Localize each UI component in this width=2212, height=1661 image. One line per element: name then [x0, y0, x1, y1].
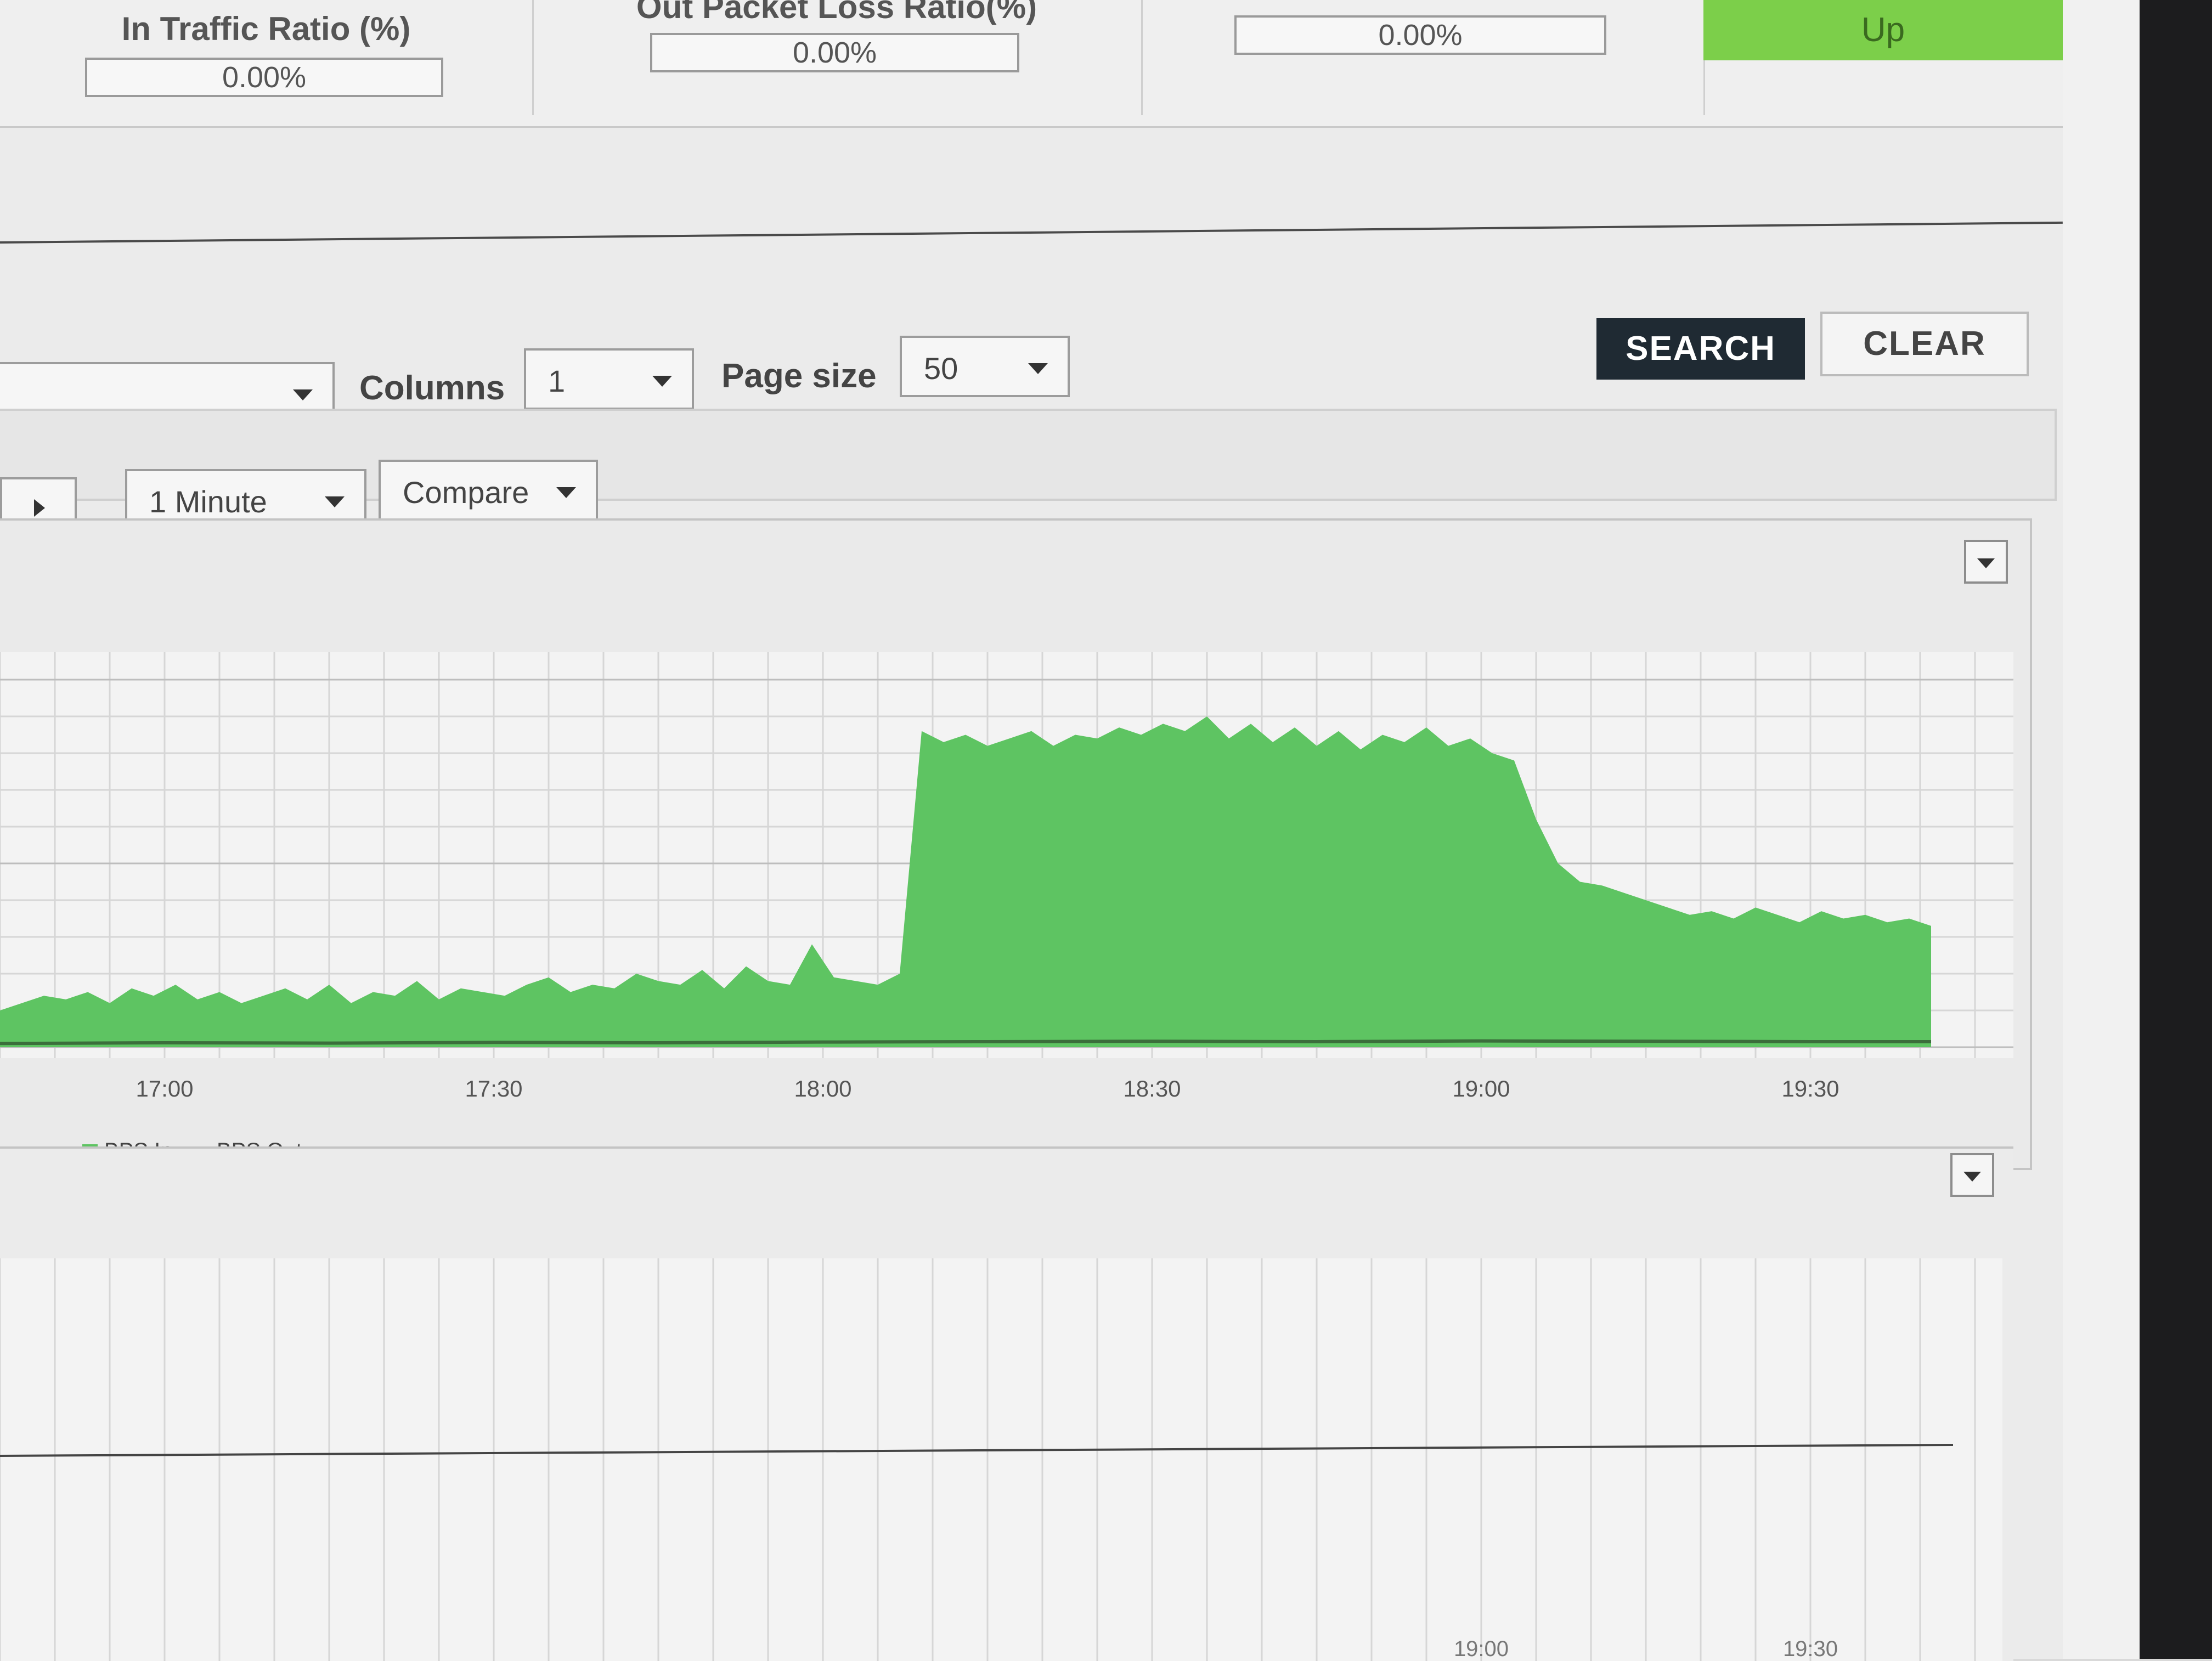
screen-edge [2063, 0, 2140, 1659]
stat-value-third: 0.00% [1234, 15, 1606, 55]
stat-label-out-packet-loss: Out Packet Loss Ratio(%) [636, 0, 1037, 25]
search-button[interactable]: SEARCH [1596, 318, 1805, 380]
status-badge: Up [1703, 0, 2063, 60]
interval-select-value: 1 Minute [149, 484, 267, 519]
second-chart-panel: 19:00 19:30 [0, 1146, 2013, 1661]
second-chart: 19:00 19:30 [0, 1258, 2002, 1661]
stat-out-packet-loss: Out Packet Loss Ratio(%) 0.00% [532, 0, 1143, 115]
x-tick-label: 19:30 [1781, 1076, 1839, 1101]
x-tick-label: 18:30 [1123, 1076, 1181, 1101]
plot-area-2 [0, 1258, 2002, 1661]
x-tick-label: 17:30 [465, 1076, 522, 1101]
clear-button[interactable]: CLEAR [1820, 312, 2029, 376]
stat-value-in-traffic: 0.00% [85, 58, 443, 97]
x-tick-label: 19:00 [1454, 1637, 1509, 1661]
chevron-down-icon [293, 389, 313, 400]
monitor-bezel [2140, 0, 2212, 1659]
x-tick-label: 17:00 [136, 1076, 193, 1101]
divider-line [0, 221, 2063, 244]
x-axis-ticks: 17:00 17:30 18:00 18:30 19:00 19:30 [136, 1076, 1839, 1101]
page-size-label: Page size [721, 357, 877, 395]
app-screen: In Traffic Ratio (%) 0.00% Out Packet Lo… [0, 0, 2140, 1661]
columns-select-value: 1 [548, 364, 566, 398]
compare-select-label: Compare [403, 475, 529, 510]
stat-in-traffic-ratio: In Traffic Ratio (%) 0.00% [0, 0, 534, 115]
stat-label-in-traffic: In Traffic Ratio (%) [121, 10, 411, 47]
page-size-select-value: 50 [924, 351, 958, 386]
play-icon [34, 499, 45, 517]
chevron-down-icon [652, 376, 672, 387]
page-size-select[interactable]: 50 [900, 336, 1070, 397]
chevron-down-icon [1028, 363, 1048, 374]
compare-select[interactable]: Compare [379, 460, 598, 521]
x-tick-label: 19:30 [1783, 1637, 1838, 1661]
stat-value-out-packet-loss: 0.00% [650, 33, 1019, 72]
bps-chart-panel: 17:0017:3018:0018:3019:0019:30 BPS In — … [0, 518, 2032, 1170]
columns-select[interactable]: 1 [524, 348, 694, 410]
stat-third: 0.00% [1141, 0, 1705, 115]
x-tick-label: 19:00 [1452, 1076, 1510, 1101]
chevron-down-icon [556, 487, 576, 498]
chevron-down-icon [325, 496, 345, 507]
interface-stats-header: In Traffic Ratio (%) 0.00% Out Packet Lo… [0, 0, 2063, 128]
columns-label: Columns [359, 369, 505, 407]
bps-chart: 17:0017:3018:0018:3019:0019:30 BPS In — … [0, 652, 2013, 1163]
x-tick-label: 18:00 [794, 1076, 851, 1101]
